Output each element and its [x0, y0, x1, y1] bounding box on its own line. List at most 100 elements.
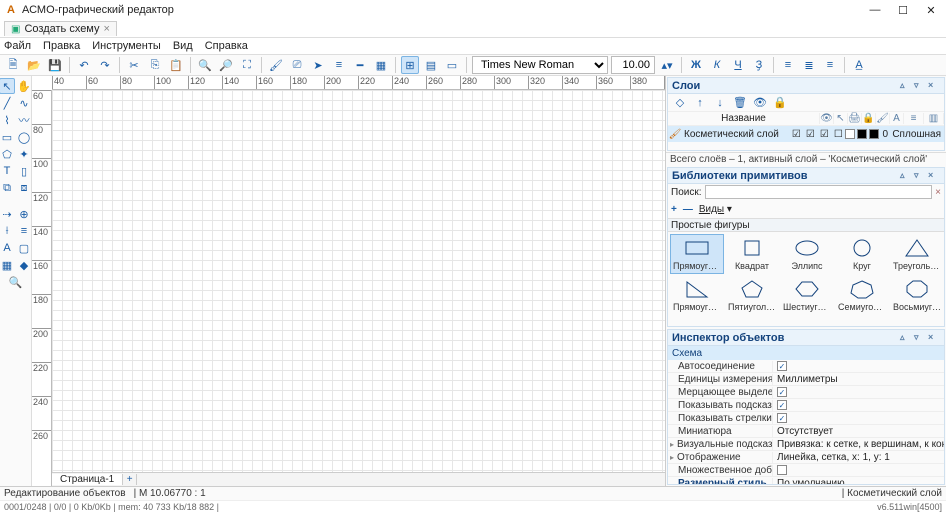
- snap-button[interactable]: ▤: [422, 56, 440, 74]
- clear-search-icon[interactable]: ×: [935, 187, 941, 198]
- line-style-icon[interactable]: ━: [351, 56, 369, 74]
- property-row[interactable]: Множественное добавле: [668, 464, 944, 477]
- layer-del-icon[interactable]: 🗑: [731, 94, 749, 112]
- text-color-button[interactable]: A̲: [850, 56, 868, 74]
- panel-x-icon[interactable]: ×: [928, 80, 940, 92]
- image-tool[interactable]: ▯: [16, 163, 32, 179]
- panel-collapse-icon[interactable]: ▵: [900, 332, 912, 344]
- font-family-select[interactable]: Times New Roman: [472, 56, 608, 74]
- maximize-button[interactable]: ☐: [892, 4, 914, 17]
- zoom-out-button[interactable]: 🔎: [217, 56, 235, 74]
- menu-edit[interactable]: Правка: [43, 40, 80, 52]
- shape-1[interactable]: Квадрат: [725, 234, 779, 274]
- grid-toggle-button[interactable]: ⊞: [401, 56, 419, 74]
- rect-tool[interactable]: ▭: [0, 129, 15, 145]
- shape-8[interactable]: Семиугольник: [835, 275, 889, 315]
- anchor-tool[interactable]: ⊕: [16, 206, 32, 222]
- shape-6[interactable]: Пятиугольник: [725, 275, 779, 315]
- menu-help[interactable]: Справка: [205, 40, 248, 52]
- panel-x-icon[interactable]: ×: [928, 332, 940, 344]
- spline-tool[interactable]: 〰: [16, 112, 32, 128]
- property-row[interactable]: Автосоединение✓: [668, 360, 944, 373]
- zoom-in-button[interactable]: 🔍: [196, 56, 214, 74]
- text-tool[interactable]: T: [0, 163, 15, 179]
- menu-view[interactable]: Вид: [173, 40, 193, 52]
- layer-lock-icon[interactable]: 🔒: [771, 94, 789, 112]
- primitive-search-input[interactable]: [705, 185, 933, 199]
- shape-7[interactable]: Шестиуголь...: [780, 275, 834, 315]
- property-row[interactable]: Размерный стильПо умолчанию: [668, 477, 944, 484]
- group-tool[interactable]: ⧉: [0, 180, 15, 196]
- add-page-button[interactable]: +: [123, 474, 137, 485]
- page-setup-button[interactable]: ▭: [443, 56, 461, 74]
- redo-button[interactable]: ↷: [96, 56, 114, 74]
- save-button[interactable]: 💾: [46, 56, 64, 74]
- align-right-button[interactable]: ≡: [821, 56, 839, 74]
- property-row[interactable]: Показывать подсказки ф✓: [668, 399, 944, 412]
- panel-close-icon[interactable]: ▿: [914, 170, 926, 182]
- close-button[interactable]: ✕: [920, 4, 942, 17]
- add-lib-button[interactable]: +: [671, 204, 677, 215]
- page-tab-1[interactable]: Страница-1: [52, 474, 123, 485]
- copy-button[interactable]: ⎘: [146, 56, 164, 74]
- property-row[interactable]: МиниатюраОтсутствует: [668, 425, 944, 438]
- polygon-tool[interactable]: ⬠: [0, 146, 15, 162]
- hand-tool[interactable]: ✋: [16, 78, 32, 94]
- property-row[interactable]: Мерцающее выделение✓: [668, 386, 944, 399]
- measure-tool[interactable]: ⟊: [0, 223, 15, 239]
- remove-lib-button[interactable]: —: [683, 204, 693, 215]
- bold-button[interactable]: Ж: [687, 56, 705, 74]
- layer-add-icon[interactable]: ◇: [671, 94, 689, 112]
- document-tab[interactable]: ▣ Создать схему ×: [4, 21, 117, 36]
- property-row[interactable]: ▸Визуальные подсказкиПривязка: к сетке, …: [668, 438, 944, 451]
- shape-2[interactable]: Эллипс: [780, 234, 834, 274]
- panel-collapse-icon[interactable]: ▵: [900, 170, 912, 182]
- property-row[interactable]: Единицы измеренияМиллиметры: [668, 373, 944, 386]
- layer-down-icon[interactable]: ↓: [711, 94, 729, 112]
- italic-button[interactable]: К: [708, 56, 726, 74]
- arrow-r-icon[interactable]: ➤: [309, 56, 327, 74]
- panel-close-icon[interactable]: ▿: [914, 80, 926, 92]
- align-left-button[interactable]: ≡: [779, 56, 797, 74]
- views-label[interactable]: Виды ▾: [699, 204, 732, 215]
- connector-tool[interactable]: ⇢: [0, 206, 15, 222]
- layer-up-icon[interactable]: ↑: [691, 94, 709, 112]
- ellipse-tool[interactable]: ◯: [16, 129, 32, 145]
- cut-button[interactable]: ✂: [125, 56, 143, 74]
- layer-visible-icon[interactable]: 👁: [751, 94, 769, 112]
- zoom-fit-button[interactable]: ⛶: [238, 56, 256, 74]
- menu-tools[interactable]: Инструменты: [92, 40, 161, 52]
- strike-button[interactable]: Ҙ: [750, 56, 768, 74]
- size-up-icon[interactable]: ▴▾: [658, 56, 676, 74]
- table-tool[interactable]: ▦: [0, 257, 15, 273]
- polyline-tool[interactable]: ⌇: [0, 112, 15, 128]
- shape-5[interactable]: Прямоугольн. треугольник: [670, 275, 724, 315]
- property-row[interactable]: ▸ОтображениеЛинейка, сетка, x: 1, y: 1: [668, 451, 944, 464]
- line-tool[interactable]: ╱: [0, 95, 15, 111]
- undo-button[interactable]: ↶: [75, 56, 93, 74]
- brush-icon[interactable]: 🖌: [267, 56, 285, 74]
- property-row[interactable]: Показывать стрелки✓: [668, 412, 944, 425]
- align-tool[interactable]: ≡: [16, 223, 32, 239]
- tab-close-icon[interactable]: ×: [104, 23, 110, 35]
- layer-row[interactable]: 🖌 Косметический слой ☑ ☑ ☑ ☐ 0 Сплошная: [668, 126, 944, 142]
- text-box-tool[interactable]: ▢: [16, 240, 32, 256]
- ungroup-tool[interactable]: ⧈: [16, 180, 32, 196]
- shape-4[interactable]: Треугольник: [890, 234, 944, 274]
- underline-button[interactable]: Ч: [729, 56, 747, 74]
- menu-file[interactable]: Файл: [4, 40, 31, 52]
- shape-3[interactable]: Круг: [835, 234, 889, 274]
- zoom-tool[interactable]: 🔍: [8, 274, 24, 290]
- curve-tool[interactable]: ∿: [16, 95, 32, 111]
- select-tool[interactable]: ↖: [0, 78, 15, 94]
- layer-fill-swatch[interactable]: [845, 129, 855, 139]
- minimize-button[interactable]: —: [864, 4, 886, 17]
- new-button[interactable]: 🗎: [4, 56, 22, 74]
- font-a-tool[interactable]: A: [0, 240, 15, 256]
- paste-button[interactable]: 📋: [167, 56, 185, 74]
- layer-stroke-swatch2[interactable]: [869, 129, 879, 139]
- font-size-input[interactable]: [611, 56, 655, 74]
- panel-collapse-icon[interactable]: ▵: [900, 80, 912, 92]
- shape-0[interactable]: Прямоуголь...: [670, 234, 724, 274]
- fill-icon[interactable]: ▦: [372, 56, 390, 74]
